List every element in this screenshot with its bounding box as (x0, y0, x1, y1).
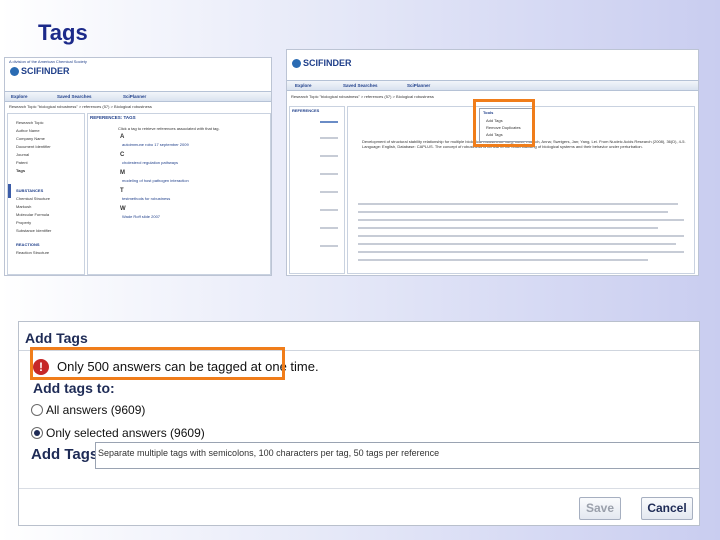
tag-link[interactable]: modeling of host pathogen interaction (122, 178, 189, 183)
tools-highlight (473, 99, 535, 147)
save-button[interactable]: Save (579, 497, 621, 520)
add-tags-to-label: Add tags to: (33, 380, 115, 396)
logo-text: SCIFINDER (303, 58, 352, 68)
radio-selected-answers-label[interactable]: Only selected answers (9609) (46, 426, 205, 440)
nav-bar: Explore Saved Searches SciPlanner (287, 80, 698, 91)
panel-marker (8, 184, 11, 198)
bar (320, 227, 338, 229)
tag-link[interactable]: testmethods for robustness (122, 196, 170, 201)
panel-item[interactable]: Reaction Structure (16, 250, 49, 255)
footer-divider (19, 488, 699, 489)
scifinder-logo-icon (292, 59, 301, 68)
panel-item[interactable]: Tags (16, 168, 25, 173)
nav-explore[interactable]: Explore (11, 94, 28, 99)
left-screenshot: A division of the American Chemical Soci… (4, 57, 272, 276)
tags-panel: REFERENCES: TAGS Click a tag to retrieve… (87, 113, 271, 275)
radio-selected-answers[interactable] (31, 427, 43, 439)
right-screenshot: SCIFINDER Explore Saved Searches SciPlan… (286, 49, 699, 276)
scifinder-logo-icon (10, 67, 19, 76)
panel-item[interactable]: Markush (16, 204, 31, 209)
text-line (358, 203, 678, 205)
nav-saved-searches[interactable]: Saved Searches (57, 94, 92, 99)
tag-letter: A (120, 134, 125, 140)
panel-item[interactable]: Document Identifier (16, 144, 51, 149)
text-line (358, 227, 658, 229)
panel-item[interactable]: Patent (16, 160, 28, 165)
bar (320, 121, 338, 123)
panel-item[interactable]: Property (16, 220, 31, 225)
text-line (358, 251, 684, 253)
tag-letter: T (120, 188, 124, 194)
panel-section: REACTIONS (16, 242, 40, 247)
bar (320, 173, 338, 175)
nav-sciplanner[interactable]: SciPlanner (123, 94, 146, 99)
tag-letter: C (120, 152, 125, 158)
bar (320, 155, 338, 157)
tags-input[interactable]: Separate multiple tags with semicolons, … (95, 442, 699, 469)
add-tags-label: Add Tags: (31, 446, 104, 463)
tags-panel-title: REFERENCES: TAGS (90, 115, 136, 120)
warning-highlight (30, 347, 285, 380)
logo-bar: SCIFINDER (5, 64, 271, 78)
nav-bar: Explore Saved Searches SciPlanner (5, 91, 271, 102)
text-line (358, 235, 684, 237)
breadcrumb[interactable]: Research Topic "biological robustness" >… (9, 104, 267, 109)
logo-text: SCIFINDER (21, 66, 70, 76)
text-line (358, 211, 668, 213)
panel-item[interactable]: Author Name (16, 128, 40, 133)
panel-item[interactable]: Research Topic (16, 120, 44, 125)
nav-sciplanner[interactable]: SciPlanner (407, 83, 430, 88)
tag-letter: M (120, 170, 125, 176)
tag-letter: W (120, 206, 126, 212)
panel-item[interactable]: Chemical Structure (16, 196, 50, 201)
text-line (358, 259, 648, 261)
text-line (358, 243, 676, 245)
breadcrumb[interactable]: Research Topic "biological robustness" >… (291, 94, 471, 99)
panel-item[interactable]: Journal (16, 152, 29, 157)
slide-title: Tags (38, 20, 88, 45)
bar (320, 137, 338, 139)
bar (320, 209, 338, 211)
tag-link[interactable]: Wade Roff slide 2007 (122, 214, 160, 219)
panel-item[interactable]: Company Name (16, 136, 45, 141)
nav-saved-searches[interactable]: Saved Searches (343, 83, 378, 88)
add-tags-dialog: Add Tags ! Only 500 answers can be tagge… (18, 321, 700, 526)
nav-explore[interactable]: Explore (295, 83, 312, 88)
panel-item[interactable]: Substance Identifier (16, 228, 51, 233)
radio-all-answers-label[interactable]: All answers (9609) (46, 403, 145, 417)
explore-panel: Research Topic Author Name Company Name … (7, 113, 85, 275)
cancel-button[interactable]: Cancel (641, 497, 693, 520)
analyze-title: REFERENCES (292, 108, 320, 113)
tag-link[interactable]: cholesterol regulation pathways (122, 160, 178, 165)
radio-all-answers[interactable] (31, 404, 43, 416)
bar (320, 191, 338, 193)
panel-item[interactable]: Molecular Formula (16, 212, 49, 217)
analyze-panel: REFERENCES (289, 106, 345, 274)
logo-bar: SCIFINDER (287, 56, 698, 70)
tag-link[interactable]: autoimmune robo 17 september 2009 (122, 142, 189, 147)
text-line (358, 219, 684, 221)
bar (320, 245, 338, 247)
dialog-title: Add Tags (25, 330, 88, 346)
panel-section: SUBSTANCES (16, 188, 44, 193)
reference-text: Development of structural stability rela… (362, 139, 686, 149)
tags-instruction: Click a tag to retrieve references assoc… (118, 126, 220, 131)
